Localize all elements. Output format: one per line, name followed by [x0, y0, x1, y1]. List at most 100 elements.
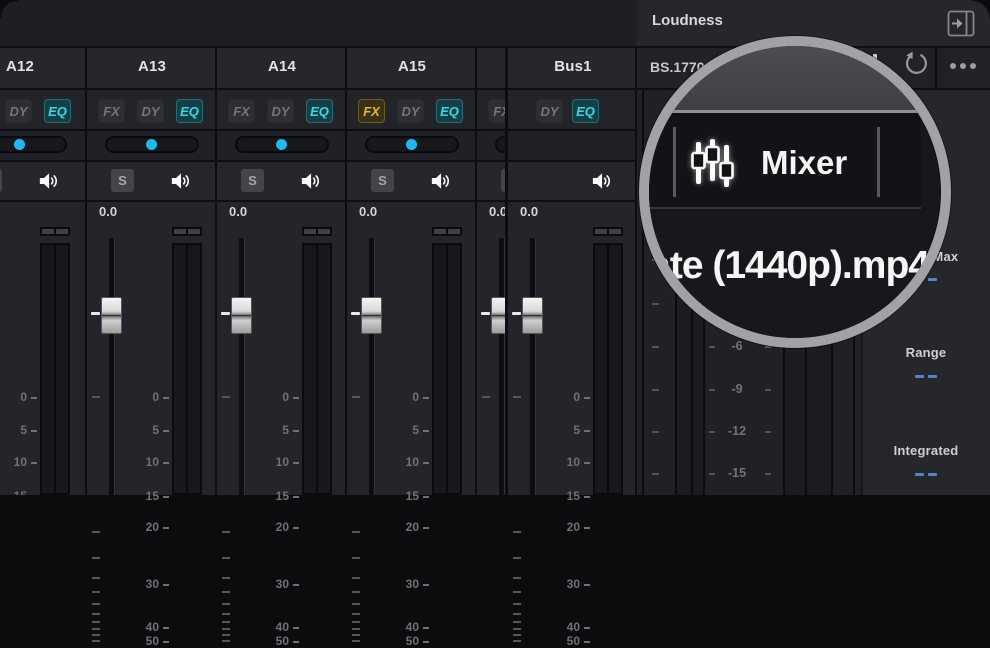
- eq-button[interactable]: EQ: [572, 99, 599, 123]
- fader-track[interactable]: [109, 238, 115, 495]
- pan-slider[interactable]: [0, 136, 67, 153]
- fader-scale-tick: [163, 462, 169, 464]
- dy-button[interactable]: DY: [536, 99, 563, 123]
- fx-button[interactable]: FX: [98, 99, 125, 123]
- eq-button[interactable]: EQ: [176, 99, 203, 123]
- fader-scale-label: 5: [127, 423, 159, 437]
- panel-collapse-icon[interactable]: [947, 10, 975, 37]
- channel-strip-a12: A12FXDYEQS0.005101520304050: [0, 46, 85, 495]
- fader-track[interactable]: [239, 238, 245, 495]
- dy-button[interactable]: DY: [5, 99, 32, 123]
- fader-position-tick: [481, 312, 490, 315]
- fader-section: 0.005101520304050: [0, 201, 85, 495]
- window-corner: [0, 0, 18, 18]
- fader-minor-tick: [222, 591, 230, 593]
- fader-minor-tick: [513, 613, 521, 615]
- fader-minor-tick: [222, 396, 230, 398]
- fx-button[interactable]: FX: [228, 99, 255, 123]
- solo-button[interactable]: S: [371, 169, 394, 192]
- fader-value: 0.0: [359, 204, 377, 219]
- track-header[interactable]: A13: [87, 46, 217, 88]
- fader-cap[interactable]: [231, 297, 252, 334]
- fader-scale-tick: [31, 430, 37, 432]
- fader-scale-tick: [423, 462, 429, 464]
- mute-speaker-icon[interactable]: [427, 168, 453, 194]
- mute-speaker-icon[interactable]: [35, 168, 61, 194]
- fader-minor-tick: [92, 621, 100, 623]
- mute-solo-row: S: [347, 161, 477, 201]
- fader-scale-tick: [163, 627, 169, 629]
- fader-cap[interactable]: [522, 297, 543, 334]
- fader-minor-tick: [513, 591, 521, 593]
- mute-speaker-icon[interactable]: [588, 168, 614, 194]
- fader-minor-tick: [92, 557, 100, 559]
- fader-scale-tick: [31, 397, 37, 399]
- toolbar-separator: [877, 127, 880, 197]
- track-header[interactable]: A12: [0, 46, 85, 88]
- pan-slider[interactable]: [495, 136, 505, 153]
- track-header[interactable]: Bus1: [508, 46, 638, 88]
- fader-scale-label: 20: [257, 520, 289, 534]
- dy-button[interactable]: DY: [397, 99, 424, 123]
- eq-button[interactable]: EQ: [44, 99, 71, 123]
- fader-scale-label: 15: [257, 489, 289, 503]
- track-header[interactable]: A14: [217, 46, 347, 88]
- eq-button[interactable]: EQ: [436, 99, 463, 123]
- fader-scale-label: 5: [257, 423, 289, 437]
- fader-scale-label: 5: [387, 423, 419, 437]
- mute-speaker-icon[interactable]: [297, 168, 323, 194]
- pan-dot: [406, 139, 417, 150]
- fader-scale-tick: [31, 462, 37, 464]
- column-divider: [475, 46, 477, 495]
- fx-button[interactable]: FX: [488, 99, 505, 123]
- channel-strip-bus1: Bus1DYEQ0.005101520304050: [508, 46, 638, 495]
- pan-row: [347, 130, 477, 161]
- effects-button-row: FXDYEQ: [477, 88, 505, 130]
- fader-minor-tick: [92, 640, 100, 642]
- column-divider: [505, 46, 508, 495]
- fader-position-tick: [91, 312, 100, 315]
- fader-scale-label: 30: [257, 577, 289, 591]
- solo-button[interactable]: S: [111, 169, 134, 192]
- loudness-panel-title: Loudness: [652, 12, 723, 29]
- dy-button[interactable]: DY: [267, 99, 294, 123]
- fader-scale-label: 40: [387, 620, 419, 634]
- fader-minor-tick: [222, 557, 230, 559]
- fader-scale-tick: [163, 496, 169, 498]
- fader-minor-tick: [352, 396, 360, 398]
- fader-scale-label: 5: [0, 423, 27, 437]
- track-header[interactable]: A15: [347, 46, 477, 88]
- fader-track[interactable]: [530, 238, 536, 495]
- loudness-scale-tick: [652, 389, 659, 391]
- fader-minor-tick: [482, 396, 490, 398]
- fader-minor-tick: [92, 628, 100, 630]
- fader-value: 0.0: [229, 204, 247, 219]
- mute-speaker-icon[interactable]: [167, 168, 193, 194]
- effects-button-row: FX DY EQ: [87, 88, 217, 130]
- solo-button[interactable]: S: [0, 169, 2, 192]
- solo-button[interactable]: S: [241, 169, 264, 192]
- column-divider: [215, 46, 217, 495]
- fader-scale-label: 10: [0, 455, 27, 469]
- eq-button[interactable]: EQ: [306, 99, 333, 123]
- dy-button[interactable]: DY: [137, 99, 164, 123]
- fader-scale-tick: [423, 496, 429, 498]
- fader-minor-tick: [92, 591, 100, 593]
- fader-position-tick: [221, 312, 230, 315]
- fader-minor-tick: [513, 634, 521, 636]
- fader-scale-tick: [163, 430, 169, 432]
- fader-scale-tick: [584, 641, 590, 643]
- track-header[interactable]: [477, 46, 505, 88]
- fader-scale-tick: [584, 527, 590, 529]
- fader-scale-label: 20: [548, 520, 580, 534]
- fx-button[interactable]: FX: [358, 99, 385, 123]
- fader-cap[interactable]: [361, 297, 382, 334]
- magnified-clip-area: rate (1440p).mp4: [649, 209, 921, 338]
- fader-minor-tick: [352, 531, 360, 533]
- fader-minor-tick: [513, 577, 521, 579]
- magnified-background: [649, 46, 921, 110]
- fader-cap[interactable]: [491, 297, 505, 334]
- fader-scale-tick: [293, 430, 299, 432]
- fader-track[interactable]: [369, 238, 375, 495]
- fader-cap[interactable]: [101, 297, 122, 334]
